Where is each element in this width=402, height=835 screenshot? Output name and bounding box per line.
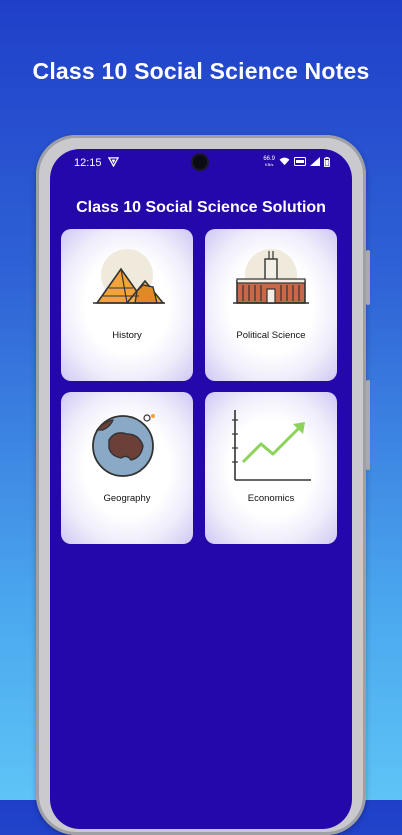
subject-card-economics[interactable]: Economics bbox=[205, 392, 337, 544]
app-screen: 12:15 66.9 KB/s Class 10 Social Science … bbox=[50, 149, 352, 829]
subject-card-history[interactable]: History bbox=[61, 229, 193, 381]
parliament-icon bbox=[233, 249, 309, 304]
subject-card-political-science[interactable]: Political Science bbox=[205, 229, 337, 381]
subject-label: Geography bbox=[103, 493, 151, 504]
status-bar: 12:15 66.9 KB/s bbox=[50, 149, 352, 175]
promo-title: Class 10 Social Science Notes bbox=[32, 58, 370, 84]
status-time: 12:15 bbox=[74, 157, 102, 169]
subject-card-geography[interactable]: Geography bbox=[61, 392, 193, 544]
phone-frame: 12:15 66.9 KB/s Class 10 Social Science … bbox=[36, 135, 370, 835]
signal-icon bbox=[310, 157, 320, 166]
vpn-logo-icon bbox=[108, 157, 119, 167]
front-camera bbox=[193, 155, 207, 169]
globe-icon bbox=[92, 414, 155, 477]
net-speed-unit: KB/s bbox=[264, 162, 274, 167]
subject-label: Political Science bbox=[236, 330, 306, 341]
pyramids-icon bbox=[93, 249, 165, 304]
volte-icon bbox=[294, 157, 306, 166]
subject-label: Economics bbox=[247, 493, 295, 504]
subject-label: History bbox=[112, 330, 142, 341]
power-button bbox=[366, 380, 370, 470]
volume-button bbox=[366, 250, 370, 305]
growth-chart-icon bbox=[232, 410, 311, 481]
app-title: Class 10 Social Science Solution bbox=[76, 199, 326, 216]
wifi-icon bbox=[279, 157, 290, 166]
network-speed: 66.9 KB/s bbox=[263, 156, 275, 167]
battery-icon bbox=[324, 156, 330, 167]
